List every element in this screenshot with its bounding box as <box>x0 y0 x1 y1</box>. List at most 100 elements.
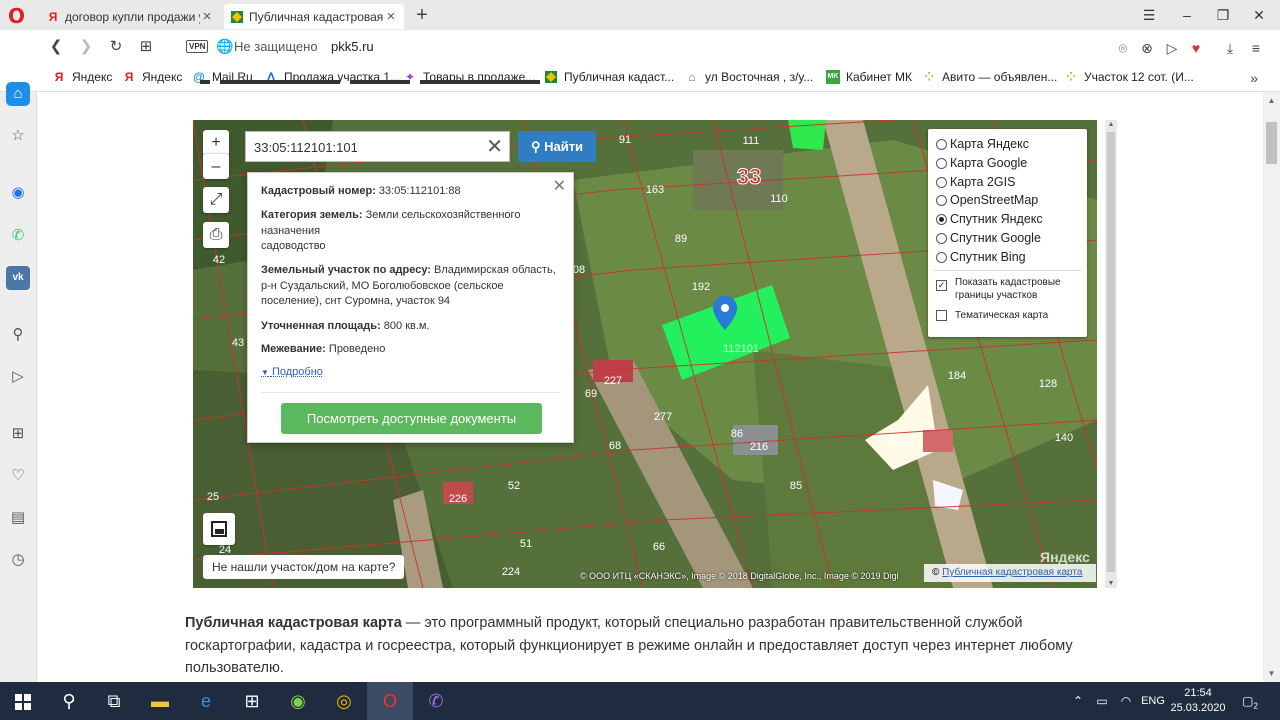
download-icon[interactable]: ⤓ <box>1219 38 1241 58</box>
parcel-label: 25 <box>207 491 219 503</box>
block-icon[interactable]: ⊗ <box>1136 38 1158 58</box>
viber-icon[interactable]: ✆ <box>413 682 459 720</box>
pkk-link[interactable]: Публичная кадастровая карта <box>942 567 1082 578</box>
task-view-icon[interactable]: ⧉ <box>91 682 137 720</box>
apps-grid-icon[interactable]: ⊞ <box>6 422 30 446</box>
fullscreen-icon[interactable]: ⤢ <box>203 187 229 213</box>
article-paragraph: Публичная кадастровая карта — это програ… <box>185 612 1115 680</box>
speed-dial-star-icon[interactable]: ☆ <box>6 124 30 148</box>
send-icon[interactable]: ▷ <box>1161 38 1183 58</box>
layer-option[interactable]: Спутник Яндекс <box>936 212 1043 226</box>
history-icon[interactable]: ◷ <box>6 548 30 572</box>
bookmark-item[interactable]: ⁘ Участок 12 сот. (И... <box>1064 70 1194 84</box>
back-icon[interactable]: ❮ <box>44 36 68 58</box>
speed-dial-icon[interactable]: ⊞ <box>134 36 158 58</box>
page-scrollbar[interactable]: ▲ ▼ <box>1263 92 1280 682</box>
heart-icon[interactable]: ♥ <box>1185 38 1207 58</box>
scroll-thumb[interactable] <box>1266 122 1277 164</box>
wifi-icon[interactable]: ◠ <box>1116 682 1136 720</box>
radio-icon <box>936 138 947 150</box>
bookmark-item[interactable]: ⌂ ул Восточная , з/у... <box>685 70 813 84</box>
find-button[interactable]: ⚲ Найти <box>518 131 596 162</box>
bookmark-item[interactable]: Публичная кадаст... <box>544 70 674 84</box>
field-label: Кадастровый номер: <box>261 185 376 197</box>
view-documents-button[interactable]: Посмотреть доступные документы <box>281 403 542 434</box>
find-label: Найти <box>544 139 584 154</box>
security-status[interactable]: Не защищено <box>234 39 318 54</box>
file-explorer-icon[interactable]: ▬ <box>137 682 183 720</box>
send-icon[interactable]: ▷ <box>6 365 30 389</box>
layer-option[interactable]: Карта Google <box>936 156 1027 170</box>
search-input[interactable] <box>254 138 474 156</box>
close-tab-icon[interactable]: × <box>384 8 398 25</box>
language-indicator[interactable]: ENG <box>1138 682 1168 720</box>
legend-button[interactable] <box>203 513 235 545</box>
checkbox-icon[interactable] <box>936 310 947 321</box>
globe-icon[interactable]: 🌐 <box>216 38 233 55</box>
chrome-icon[interactable]: ◎ <box>321 682 367 720</box>
bookmark-item[interactable]: Я Яндекс <box>52 70 113 84</box>
opera-menu-icon[interactable]: O <box>8 6 28 26</box>
search-icon[interactable]: ⚲ <box>46 682 92 720</box>
url-field[interactable]: pkk5.ru <box>331 39 374 54</box>
scroll-up-icon[interactable]: ▲ <box>1263 96 1280 105</box>
parcel-label: 66 <box>653 541 665 553</box>
windows-start-icon[interactable] <box>0 682 46 720</box>
parcel-label: 85 <box>790 480 802 492</box>
layer-option[interactable]: OpenStreetMap <box>936 193 1038 207</box>
minimize-button[interactable]: – <box>1169 4 1205 26</box>
reload-icon[interactable]: ↻ <box>104 36 128 58</box>
scroll-down-icon[interactable]: ▼ <box>1263 669 1280 678</box>
store-icon[interactable]: ⊞ <box>229 682 275 720</box>
search-icon[interactable]: ⚲ <box>6 323 30 347</box>
new-tab-button[interactable]: + <box>412 3 432 27</box>
forward-icon[interactable]: ❯ <box>74 36 98 58</box>
close-tab-icon[interactable]: × <box>200 8 214 25</box>
home-icon[interactable]: ⌂ <box>6 82 30 106</box>
vk-icon[interactable]: vk <box>6 266 30 290</box>
layer-option[interactable]: Карта 2GIS <box>936 175 1015 189</box>
radio-icon <box>936 194 947 206</box>
vpn-badge[interactable]: VPN <box>186 40 209 53</box>
legend-icon <box>211 521 227 537</box>
close-window-button[interactable]: ✕ <box>1241 4 1277 26</box>
scroll-thumb[interactable] <box>1107 132 1115 572</box>
messenger-icon[interactable]: ◉ <box>6 181 30 205</box>
news-icon[interactable]: ▤ <box>6 506 30 530</box>
thematic-map-label[interactable]: Тематическая карта <box>955 309 1048 322</box>
notifications-icon[interactable]: ▢2 <box>1236 682 1264 720</box>
camera-icon[interactable]: ⌾ <box>1112 38 1134 58</box>
print-icon[interactable]: ⎙ <box>203 222 229 248</box>
tab-pkk[interactable]: Публичная кадастровая к × <box>224 4 404 29</box>
whatsapp-icon[interactable]: ✆ <box>6 224 30 248</box>
layer-option[interactable]: Спутник Google <box>936 231 1041 245</box>
tray-expand-icon[interactable]: ⌃ <box>1068 682 1088 720</box>
menu-icon[interactable]: ≡ <box>1245 38 1267 58</box>
address-row: Земельный участок по адресу: Владимирска… <box>261 263 561 310</box>
edge-icon[interactable]: e <box>183 682 229 720</box>
scroll-down-icon[interactable]: ▼ <box>1105 580 1117 587</box>
bookmark-item[interactable]: ⁘ Авито — объявлен... <box>922 70 1057 84</box>
vpn-app-icon[interactable]: ◉ <box>275 682 321 720</box>
more-bookmarks-icon[interactable]: » <box>1250 70 1258 86</box>
not-found-button[interactable]: Не нашли участок/дом на карте? <box>203 555 405 579</box>
tab-contract[interactable]: Я договор купли продажи у × <box>40 4 220 29</box>
heart-icon[interactable]: ♡ <box>6 464 30 488</box>
clock[interactable]: 21:54 25.03.2020 <box>1168 686 1228 716</box>
parcel-label: 216 <box>750 441 768 453</box>
bookmark-item[interactable]: MK Кабинет МК <box>826 70 912 84</box>
clear-search-icon[interactable]: ✕ <box>486 135 503 159</box>
checkbox-checked-icon[interactable]: ✓ <box>936 280 947 291</box>
battery-icon[interactable]: ▭ <box>1092 682 1112 720</box>
details-link[interactable]: ▼ Подробно <box>261 366 323 378</box>
scroll-up-icon[interactable]: ▲ <box>1105 121 1117 128</box>
zoom-out-button[interactable]: – <box>203 153 229 179</box>
tabs-menu-icon[interactable]: ☰ <box>1131 4 1167 26</box>
map-scrollbar[interactable]: ▲ ▼ <box>1105 120 1117 588</box>
layer-option[interactable]: Карта Яндекс <box>936 137 1029 151</box>
layer-option[interactable]: Спутник Bing <box>936 250 1026 264</box>
maximize-button[interactable]: ❐ <box>1205 4 1241 26</box>
show-borders-label[interactable]: Показать кадастровые границы участков <box>955 276 1080 302</box>
opera-icon[interactable]: O <box>367 682 413 720</box>
bookmark-item[interactable]: Я Яндекс <box>122 70 183 84</box>
